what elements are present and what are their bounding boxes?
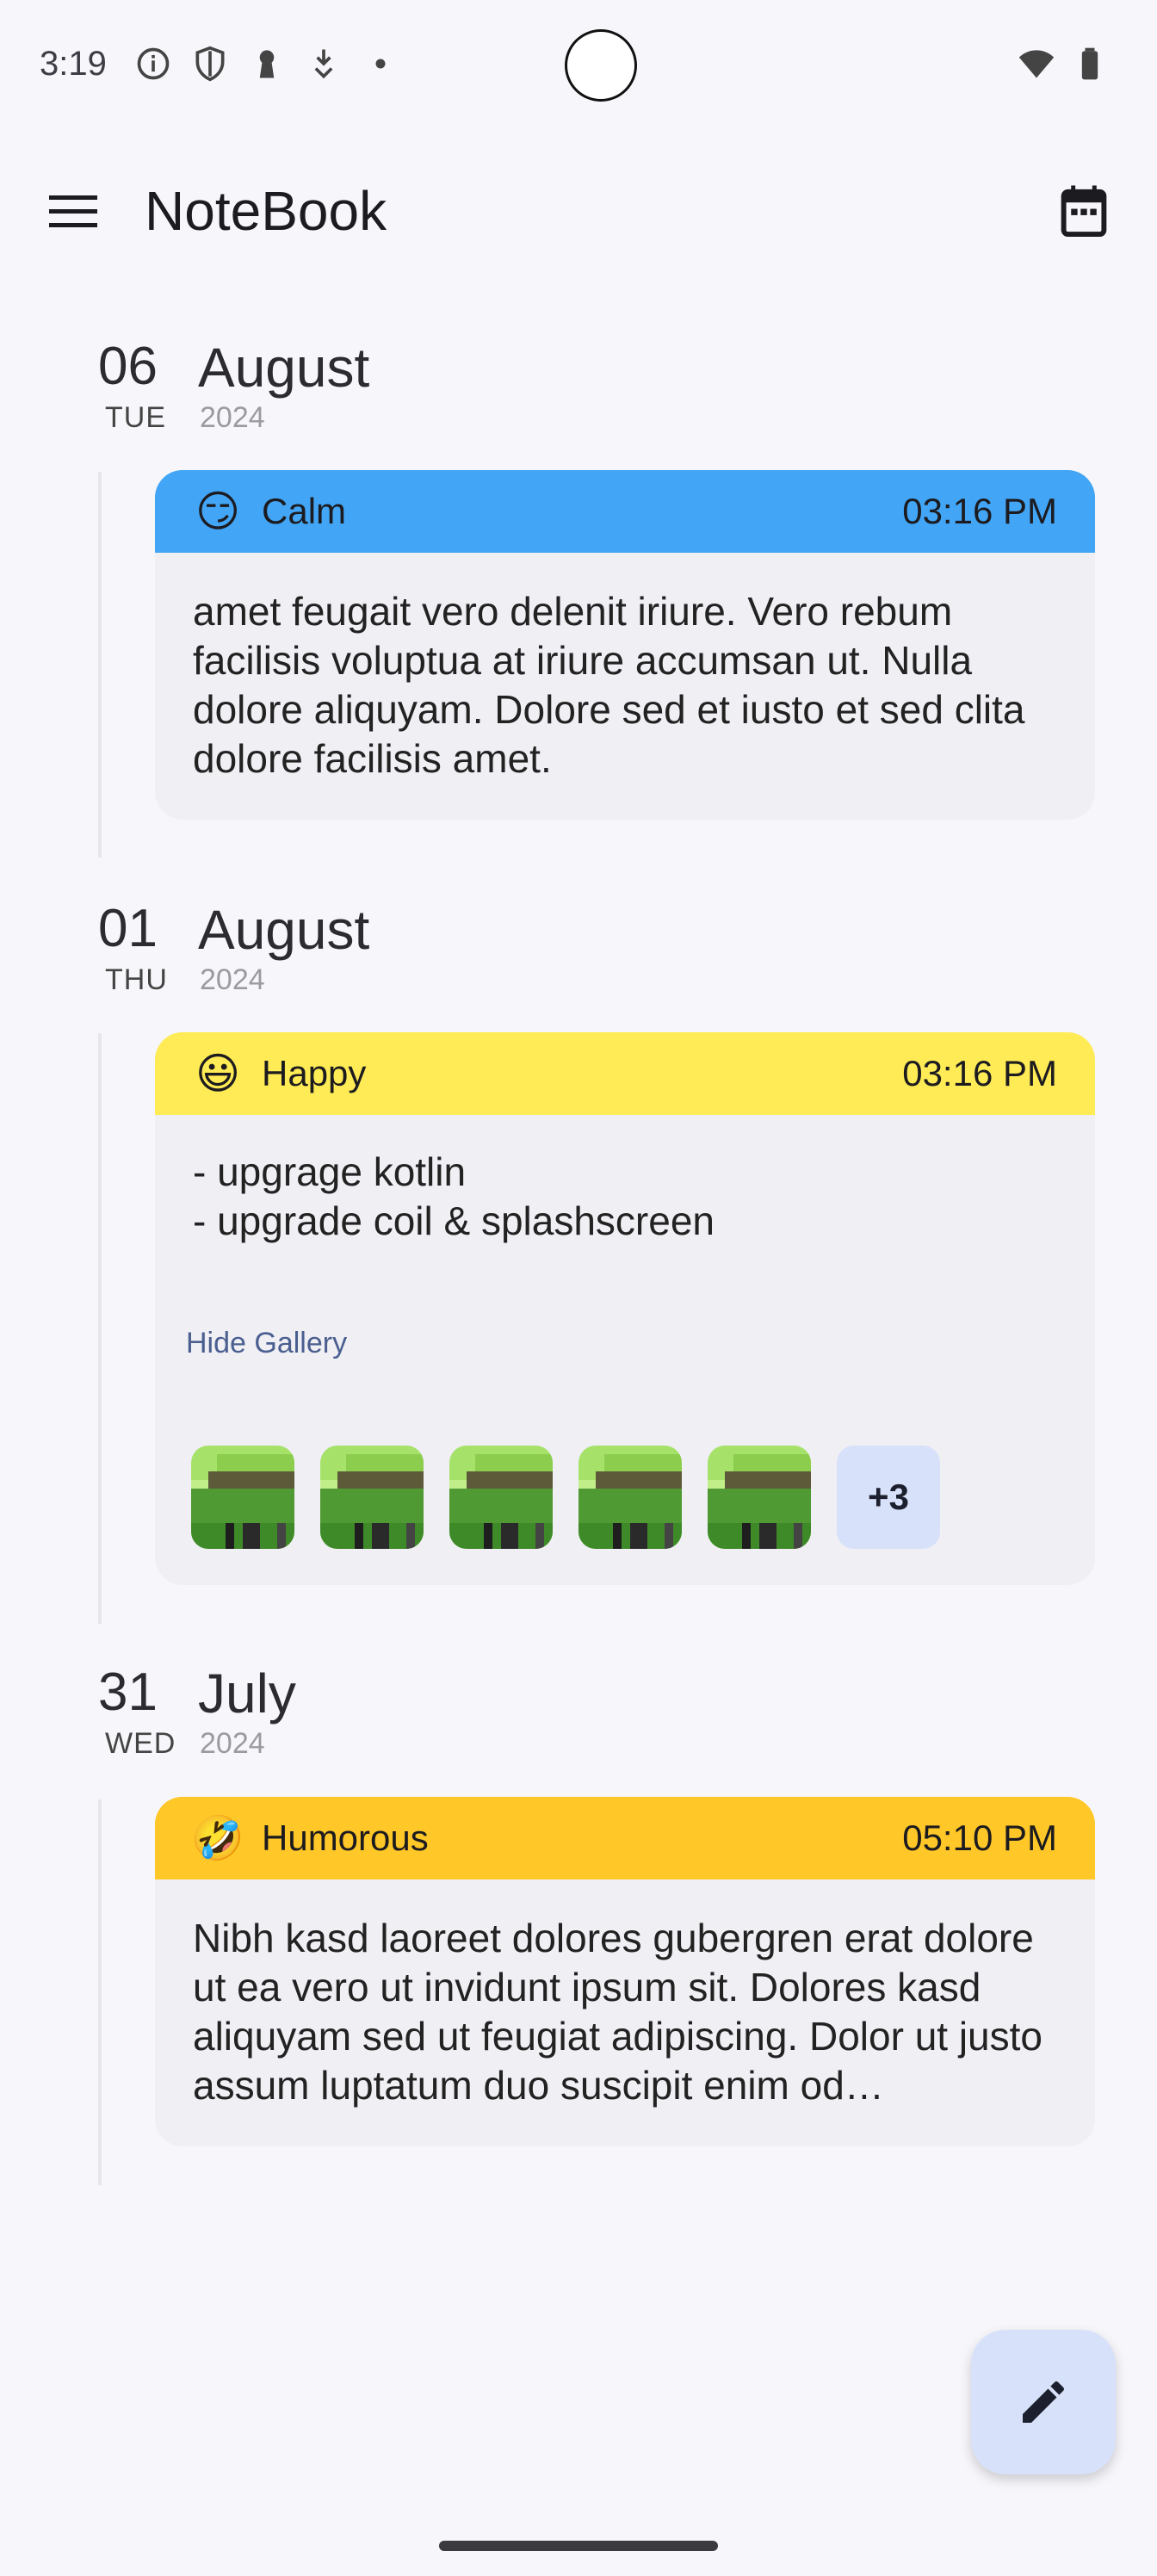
menu-button[interactable] (34, 181, 112, 241)
date-year: 2024 (200, 1727, 265, 1760)
note-time: 03:16 PM (902, 1053, 1057, 1093)
gallery-thumbnail[interactable] (191, 1446, 294, 1549)
happy-emoji-icon: 😃 (195, 1050, 241, 1098)
top-app-bar: NoteBook (0, 146, 1157, 276)
note-card[interactable]: 🤣 Humorous 05:10 PM Nibh kasd laoreet do… (155, 1797, 1095, 2146)
calm-emoji-icon: 😏 (195, 487, 241, 536)
mood-label: Happy (262, 1053, 367, 1093)
menu-icon (49, 195, 97, 227)
date-day: 01 (98, 899, 158, 958)
date-month: August (198, 337, 370, 399)
date-day: 31 (98, 1663, 158, 1722)
note-time: 05:10 PM (902, 1817, 1057, 1858)
pixel-art-image (578, 1446, 682, 1549)
image-gallery: +3 (191, 1446, 940, 1549)
note-text: amet feugait vero delenit iriure. Vero r… (193, 589, 1025, 781)
gallery-thumbnail[interactable] (320, 1446, 424, 1549)
mood-label: Calm (262, 491, 347, 531)
keyhole-icon (259, 50, 275, 78)
new-note-fab[interactable] (971, 2330, 1116, 2474)
app-title: NoteBook (145, 180, 387, 242)
timeline-line (98, 1033, 102, 1624)
calendar-icon (1061, 185, 1107, 238)
note-time: 03:16 PM (902, 491, 1057, 531)
note-text: Nibh kasd laoreet dolores gubergren erat… (193, 1916, 1043, 2108)
pixel-art-image (191, 1446, 294, 1549)
home-indicator[interactable] (439, 2541, 718, 2551)
humorous-emoji-icon: 🤣 (190, 1813, 245, 1862)
status-system-icons (1018, 45, 1109, 83)
note-card-header: 😏 Calm 03:16 PM (155, 470, 1095, 553)
edit-icon (1023, 2381, 1065, 2423)
note-line: - upgrade coil & splashscreen (193, 1198, 715, 1243)
pixel-art-image (449, 1446, 553, 1549)
timeline-line (98, 1799, 102, 2185)
status-time: 3:19 (40, 45, 107, 83)
date-month: July (198, 1663, 296, 1725)
note-card[interactable]: 😃 Happy 03:16 PM - upgrage kotlin - upgr… (155, 1032, 1095, 1585)
note-card-header: 🤣 Humorous 05:10 PM (155, 1797, 1095, 1879)
download-icon (314, 49, 333, 79)
note-card-header: 😃 Happy 03:16 PM (155, 1032, 1095, 1115)
camera-cutout (541, 29, 661, 102)
note-line: - upgrage kotlin (193, 1149, 467, 1194)
shield-icon (195, 46, 225, 82)
date-year: 2024 (200, 963, 265, 996)
gallery-thumbnail[interactable] (578, 1446, 682, 1549)
note-card[interactable]: 😏 Calm 03:16 PM amet feugait vero deleni… (155, 470, 1095, 820)
battery-icon (1081, 47, 1098, 80)
date-weekday: TUE (105, 401, 166, 434)
note-text: - upgrage kotlin - upgrade coil & splash… (155, 1115, 1095, 1284)
date-year: 2024 (200, 401, 265, 434)
status-bar: 3:19 (0, 0, 1157, 129)
mood-label: Humorous (262, 1817, 429, 1858)
date-day: 06 (98, 337, 158, 396)
pixel-art-image (708, 1446, 811, 1549)
hide-gallery-button[interactable]: Hide Gallery (186, 1327, 347, 1360)
pixel-art-image (320, 1446, 424, 1549)
more-images-button[interactable]: +3 (837, 1446, 940, 1549)
dot-icon (375, 59, 386, 69)
status-notification-icons (134, 45, 399, 83)
date-month: August (198, 899, 370, 961)
date-weekday: WED (105, 1727, 176, 1760)
calendar-button[interactable] (1045, 172, 1123, 250)
timeline-line (98, 472, 102, 858)
gallery-thumbnail[interactable] (708, 1446, 811, 1549)
info-icon (137, 47, 170, 80)
gallery-thumbnail[interactable] (449, 1446, 553, 1549)
wifi-icon (1018, 50, 1055, 78)
date-weekday: THU (105, 963, 168, 996)
